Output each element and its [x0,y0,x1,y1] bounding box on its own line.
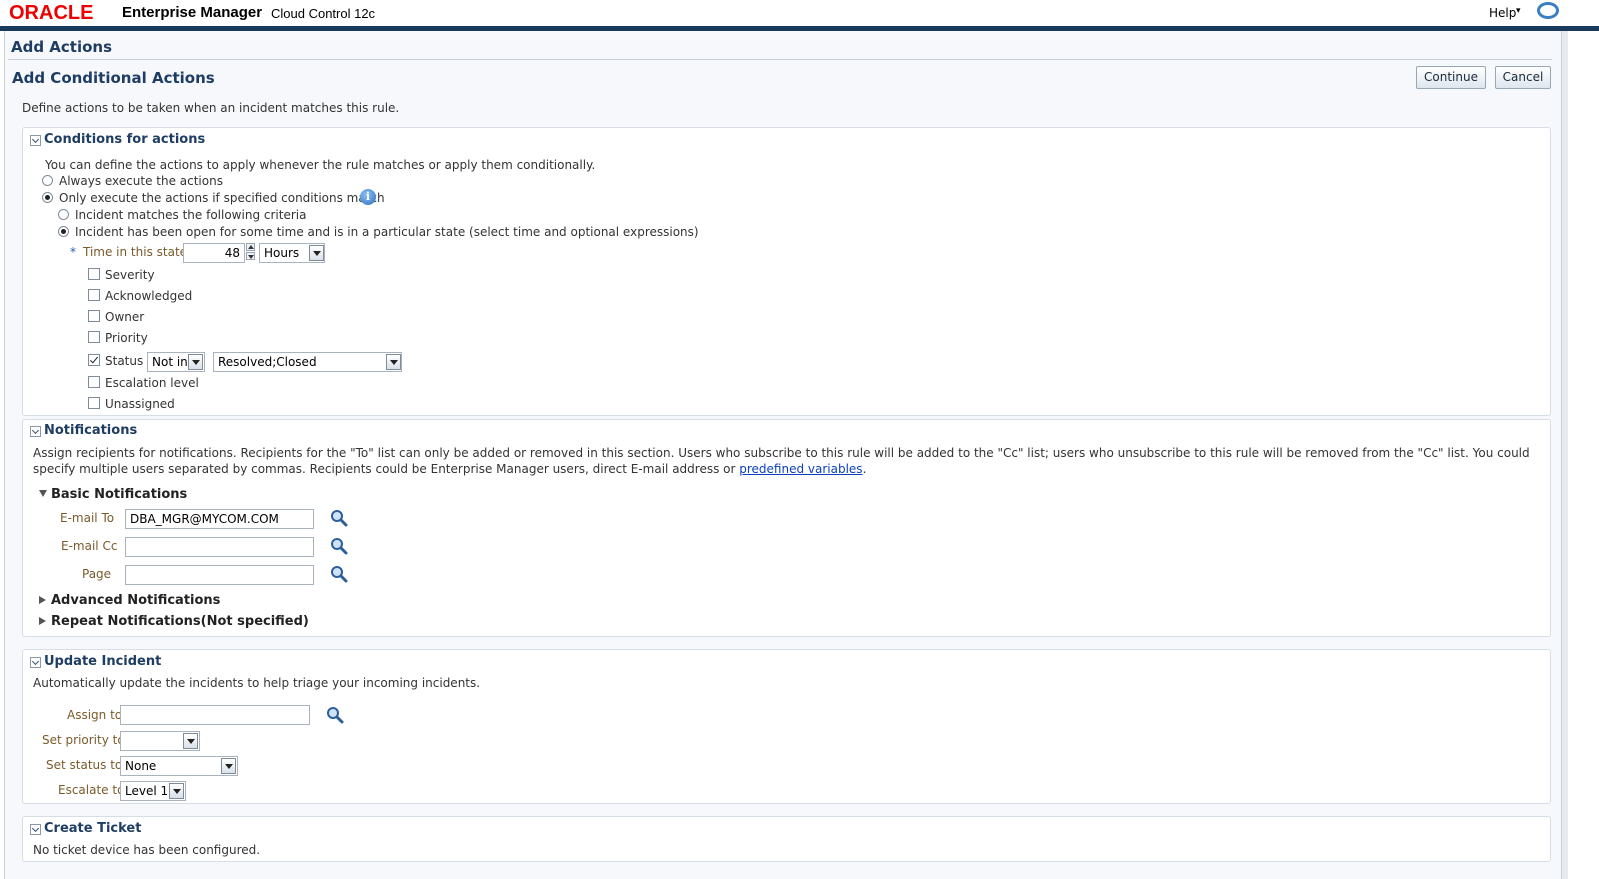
basic-notifications-heading[interactable]: Basic Notifications [51,487,187,502]
conditional-execute-label[interactable]: Only execute the actions if specified co… [59,191,385,205]
priority-label[interactable]: Priority [105,331,148,345]
email-to-input[interactable]: DBA_MGR@MYCOM.COM [125,509,314,529]
escalation-checkbox[interactable] [88,376,100,388]
page-label: Page [82,567,112,581]
collapse-icon[interactable] [30,824,41,835]
page-title: Add Actions [11,38,113,56]
create-ticket-description: No ticket device has been configured. [33,843,261,857]
update-incident-heading[interactable]: Update Incident [44,654,161,669]
conditional-execute-radio[interactable] [42,192,53,203]
collapse-icon[interactable] [30,426,41,437]
title-divider [8,59,1552,60]
criteria-radio[interactable] [58,209,69,220]
collapsed-triangle-icon[interactable] [39,617,46,625]
repeat-notifications-heading[interactable]: Repeat Notifications(Not specified) [51,614,309,629]
info-icon[interactable]: i [360,189,376,205]
notifications-description: Assign recipients for notifications. Rec… [33,445,1550,477]
time-unit-value: Hours [264,246,300,260]
predefined-variables-link[interactable]: predefined variables [739,462,862,476]
priority-checkbox[interactable] [88,331,100,343]
owner-checkbox[interactable] [88,310,100,322]
conditions-heading[interactable]: Conditions for actions [44,132,205,147]
chevron-down-icon[interactable] [183,733,198,749]
always-execute-label[interactable]: Always execute the actions [59,174,223,188]
open-state-radio[interactable] [58,226,69,237]
conditions-intro: You can define the actions to apply when… [45,158,596,172]
chevron-down-icon[interactable] [169,783,184,799]
acknowledged-checkbox[interactable] [88,289,100,301]
update-incident-description: Automatically update the incidents to he… [33,676,481,690]
chevron-down-icon[interactable]: ▾ [1516,6,1521,16]
page-description: Define actions to be taken when an incid… [22,101,400,115]
time-in-state-label: Time in this state [83,245,188,259]
open-state-label[interactable]: Incident has been open for some time and… [75,225,699,239]
search-icon[interactable] [330,565,348,583]
help-menu[interactable]: Help [1489,6,1516,20]
email-cc-input[interactable] [125,537,314,557]
search-icon[interactable] [330,537,348,555]
assign-to-input[interactable] [120,705,310,725]
criteria-label[interactable]: Incident matches the following criteria [75,208,306,222]
required-marker: * [70,245,76,259]
spin-down-icon[interactable] [246,252,255,260]
owner-label[interactable]: Owner [105,310,144,324]
severity-label[interactable]: Severity [105,268,155,282]
chevron-down-icon[interactable] [309,245,324,261]
acknowledged-label[interactable]: Acknowledged [105,289,192,303]
assign-to-label: Assign to [67,708,123,722]
status-values-select[interactable]: Resolved;Closed [213,352,402,372]
escalate-to-value: Level 1 [125,784,169,798]
chevron-down-icon[interactable] [188,354,203,370]
set-status-label: Set status to [46,758,123,772]
email-to-label: E-mail To [60,511,115,525]
status-label[interactable]: Status [105,354,143,368]
always-execute-radio[interactable] [42,175,53,186]
search-icon[interactable] [326,706,344,724]
severity-checkbox[interactable] [88,268,100,280]
page-input[interactable] [125,565,314,585]
escalate-to-label: Escalate to [58,783,125,797]
spin-up-icon[interactable] [246,243,255,251]
chevron-down-icon[interactable] [386,354,401,370]
oracle-logo: ORACLE [9,2,94,24]
time-in-state-input[interactable]: 48 [183,243,245,263]
notifications-desc-end: . [862,462,867,476]
vertical-scrollbar[interactable] [1562,31,1568,879]
advanced-notifications-heading[interactable]: Advanced Notifications [51,593,220,608]
search-icon[interactable] [330,509,348,527]
unassigned-label[interactable]: Unassigned [105,397,175,411]
create-ticket-heading[interactable]: Create Ticket [44,821,141,836]
email-cc-label: E-mail Cc [61,539,118,553]
notifications-heading[interactable]: Notifications [44,423,137,438]
page-subtitle: Add Conditional Actions [12,69,215,87]
status-operator-value: Not in [152,355,188,369]
set-priority-label: Set priority to [42,733,125,747]
cancel-button[interactable]: Cancel [1495,66,1551,89]
status-checkbox[interactable] [88,354,100,366]
collapse-icon[interactable] [30,657,41,668]
status-values-value: Resolved;Closed [218,355,317,369]
set-status-value: None [125,759,157,773]
chevron-down-icon[interactable] [221,758,236,774]
continue-button[interactable]: Continue [1416,66,1486,89]
collapsed-triangle-icon[interactable] [39,596,46,604]
update-incident-panel [22,649,1551,804]
unassigned-checkbox[interactable] [88,397,100,409]
collapse-icon[interactable] [30,135,41,146]
oracle-o-icon [1537,2,1559,19]
product-name: Enterprise Manager [122,4,263,21]
expanded-triangle-icon[interactable] [39,490,47,497]
escalation-label[interactable]: Escalation level [105,376,199,390]
product-edition: Cloud Control 12c [271,6,376,21]
